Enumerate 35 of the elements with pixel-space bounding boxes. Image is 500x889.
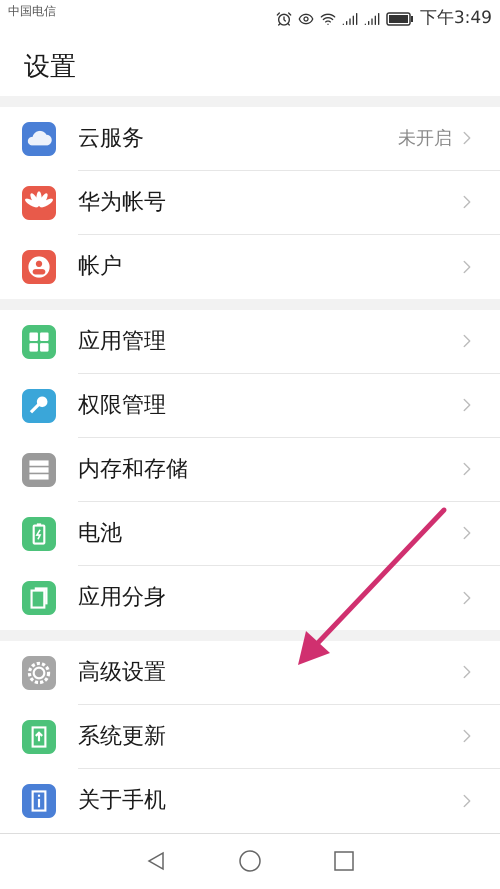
- grid-icon: [22, 324, 56, 359]
- update-icon: [22, 720, 56, 754]
- row-label: 权限管理: [78, 392, 167, 420]
- row-label: 应用管理: [78, 328, 167, 356]
- storage-icon: [22, 452, 56, 487]
- row-label: 内存和存储: [78, 456, 189, 484]
- row-label: 云服务: [78, 124, 145, 153]
- row-label: 帐户: [78, 253, 123, 282]
- row-label: 华为帐号: [78, 188, 167, 217]
- row-label: 系统更新: [78, 722, 167, 751]
- recents-icon[interactable]: [334, 851, 354, 872]
- info-icon: [22, 784, 56, 818]
- person-icon: [22, 250, 56, 284]
- clock-text: 下午3:49: [420, 7, 492, 30]
- petals-logo-icon: [22, 186, 56, 220]
- row-label: 电池: [78, 520, 123, 548]
- home-icon[interactable]: [238, 850, 261, 872]
- wifi-icon: [320, 10, 336, 27]
- back-icon[interactable]: [146, 851, 166, 872]
- alarm-icon: [276, 10, 292, 27]
- row-label: 高级设置: [78, 658, 167, 687]
- carrier-text: 中国电信: [8, 3, 56, 20]
- battery-icon: [22, 516, 56, 551]
- page-title: 设置: [23, 51, 77, 84]
- row-label: 应用分身: [78, 584, 167, 612]
- signal-icon: [364, 10, 380, 27]
- row-label: 关于手机: [78, 787, 167, 816]
- eye-icon: [298, 10, 314, 27]
- battery-status-icon: [386, 12, 414, 26]
- row-value: 未开启: [398, 126, 452, 151]
- cloud-icon: [22, 122, 56, 156]
- gear-icon: [22, 656, 56, 690]
- key-icon: [22, 388, 56, 423]
- twin-app-icon: [22, 580, 56, 615]
- signal-icon: [342, 10, 358, 27]
